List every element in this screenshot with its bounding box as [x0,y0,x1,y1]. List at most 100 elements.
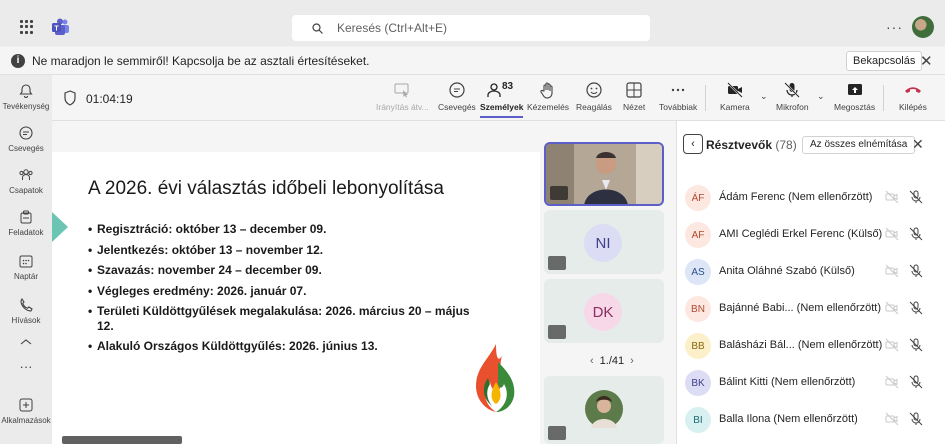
view-button[interactable]: Nézet [623,81,645,112]
react-button[interactable]: Reagálás [576,81,612,112]
teams-logo-icon: T [52,18,69,35]
people-button[interactable]: 83 Személyek [480,81,524,118]
chevron-down-icon[interactable]: ⌄ [760,91,768,102]
participant-avatar: BB [685,333,711,359]
rail-collapse[interactable] [0,337,52,350]
rail-more-icon[interactable]: ··· [0,359,52,374]
rail-calendar[interactable]: Naptár [0,253,52,281]
video-tile[interactable] [544,376,664,444]
mic-muted-icon [909,338,923,352]
calendar-icon [19,255,33,268]
video-tile[interactable]: NI [544,210,664,274]
mute-all-button[interactable]: Az összes elnémítása [802,136,916,154]
tool-label: Mikrofon [776,102,809,112]
mic-muted-icon [548,426,566,440]
rail-tasks[interactable]: Feladatok [0,209,52,237]
rail-calls[interactable]: Hívások [0,297,52,325]
phone-icon [20,297,33,312]
enable-notifications-button[interactable]: Bekapcsolás [846,51,923,71]
panel-title: Résztvevők (78) [706,138,797,152]
participant-row[interactable]: BK Bálint Kitti (Nem ellenőrzött) [677,365,945,402]
slide-bullet: Alakuló Országos Küldöttgyűlés: 2026. jú… [88,339,488,354]
camera-off-icon [885,338,899,352]
chat-button[interactable]: Csevegés [438,81,476,112]
slide-bullet: Regisztráció: október 13 – december 09. [88,222,488,237]
add-app-icon [19,398,33,412]
rail-apps[interactable]: Alkalmazások [0,397,52,425]
take-control-button[interactable]: Irányítás átv... [376,81,429,112]
hang-up-icon [904,87,921,93]
toolbar-divider [883,85,884,111]
participant-name: Anita Oláhné Szabó (Külső) [719,265,855,277]
close-icon[interactable]: ✕ [912,136,924,153]
slide-bullet: Végleges eredmény: 2026. január 07. [88,284,488,299]
participant-status [885,338,923,352]
search-input[interactable]: Keresés (Ctrl+Alt+E) [292,15,650,41]
top-bar: T Keresés (Ctrl+Alt+E) ··· [0,10,945,46]
participant-avatar: ÁF [685,185,711,211]
user-avatar[interactable] [912,16,934,38]
participant-row[interactable]: BI Balla Ilona (Nem ellenőrzött) [677,402,945,439]
video-tile[interactable]: DK [544,279,664,343]
mic-muted-icon [909,301,923,315]
bell-icon [19,84,33,98]
rail-label: Tevékenység [2,102,50,111]
participant-avatar: BI [685,407,711,433]
participant-status [885,375,923,389]
slide-bullet: Jelentkezés: október 13 – november 12. [88,243,488,258]
participant-row[interactable]: BN Bajánné Babi... (Nem ellenőrzött) [677,291,945,328]
rail-chat[interactable]: Csevegés [0,125,52,153]
leave-button[interactable]: Kilépés [899,81,927,112]
toolbar-divider [705,85,706,111]
search-icon [312,22,323,34]
raise-hand-button[interactable]: Kézemelés [527,81,569,112]
tool-label: Kamera [720,102,750,112]
rail-activity[interactable]: Tevékenység [0,83,52,111]
slide-accent-arrow [52,212,68,242]
camera-off-icon [727,82,743,98]
pager-next-icon[interactable]: › [630,355,634,367]
rail-teams[interactable]: Csapatok [0,167,52,195]
screen-share-control-icon [394,83,409,98]
screen-share-indicator-icon [550,186,568,200]
search-placeholder: Keresés (Ctrl+Alt+E) [337,21,448,35]
panel-title-text: Résztvevők [706,138,773,152]
mic-muted-icon [909,375,923,389]
left-rail: Tevékenység Csevegés Csapatok Feladatok … [0,75,52,444]
camera-off-icon [885,412,899,426]
back-icon[interactable]: ‹ [683,134,703,154]
more-actions-button[interactable]: Továbbiak [659,81,697,112]
participant-row[interactable]: AF AMI Ceglédi Erkel Ferenc (Külső) [677,217,945,254]
microphone-button[interactable]: Mikrofon [776,81,809,112]
share-screen-icon [847,84,862,95]
participant-row[interactable]: BB Balásházi Bál... (Nem ellenőrzött) [677,328,945,365]
participant-count: (78) [775,138,797,152]
app-launcher-icon[interactable] [20,20,34,34]
chevron-down-icon[interactable]: ⌄ [817,91,825,102]
share-button[interactable]: Megosztás [834,81,875,112]
camera-button[interactable]: Kamera [720,81,750,112]
smiley-icon [586,82,602,98]
close-icon[interactable]: ✕ [920,52,933,70]
rail-label: Csevegés [8,144,44,153]
participant-photo [585,390,623,428]
participant-status [885,301,923,315]
more-options-icon[interactable]: ··· [886,19,903,35]
video-tile-active-speaker[interactable] [544,142,664,206]
participant-row[interactable]: AS Anita Oláhné Szabó (Külső) [677,254,945,291]
participant-row[interactable]: ÁF Ádám Ferenc (Nem ellenőrzött) [677,180,945,217]
teams-icon [19,169,33,180]
mic-muted-icon [548,325,566,339]
people-count-badge: 83 [502,81,514,92]
slide-title: A 2026. évi választás időbeli lebonyolít… [88,178,444,199]
mic-muted-icon [909,190,923,204]
slide-bullet-list: Regisztráció: október 13 – december 09. … [88,222,488,360]
info-icon: i [11,54,25,68]
tile-pager: ‹ 1./41 › [584,355,640,367]
camera-off-icon [885,301,899,315]
rail-label: Alkalmazások [1,416,51,425]
camera-off-icon [885,375,899,389]
flame-logo-icon [476,344,515,412]
pager-prev-icon[interactable]: ‹ [590,355,594,367]
tool-label: Továbbiak [659,102,698,112]
